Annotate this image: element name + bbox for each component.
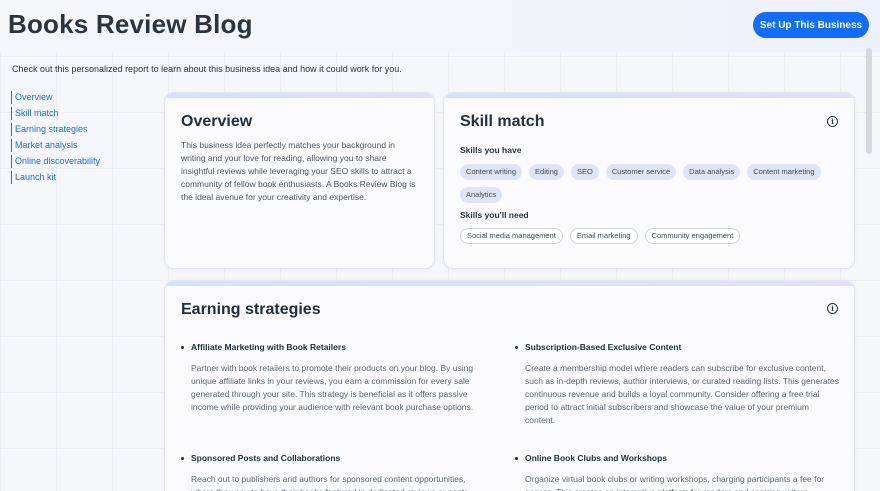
- strategy-title: Subscription-Based Exclusive Content: [515, 342, 840, 352]
- skills-need-label: Skills you'll need: [460, 210, 529, 220]
- info-icon[interactable]: i: [827, 116, 838, 127]
- page-title: Books Review Blog: [8, 9, 253, 39]
- skill-chip: Social media management: [460, 228, 563, 244]
- scrollbar[interactable]: [866, 48, 872, 154]
- skill-chip: SEO: [570, 164, 599, 180]
- strategy-description: Partner with book retailers to promote t…: [191, 363, 474, 412]
- strategy-title: Online Book Clubs and Workshops: [515, 453, 840, 463]
- skill-chip: Data analysis: [683, 164, 741, 180]
- overview-title: Overview: [181, 113, 253, 130]
- skill-chip: Customer service: [605, 164, 677, 180]
- intro-text: Check out this personalized report to le…: [12, 64, 402, 74]
- strategy-item: Online Book Clubs and Workshops Organize…: [515, 453, 840, 491]
- strategy-item: Sponsored Posts and Collaborations Reach…: [181, 453, 491, 491]
- overview-text: This business idea perfectly matches you…: [181, 140, 416, 202]
- strategy-item: Affiliate Marketing with Book Retailers …: [181, 342, 491, 414]
- toc-link-overview[interactable]: Overview: [11, 91, 100, 104]
- skill-chip: Email marketing: [569, 228, 638, 244]
- skill-chip: Editing: [529, 164, 564, 180]
- earning-strategies-card: Earning strategies i Affiliate Marketing…: [164, 280, 855, 491]
- strategy-title: Affiliate Marketing with Book Retailers: [181, 342, 491, 352]
- skill-match-title: Skill match: [460, 113, 545, 130]
- strategy-description: Reach out to publishers and authors for …: [191, 474, 471, 491]
- toc-link-launch-kit[interactable]: Launch kit: [11, 171, 100, 184]
- overview-card: Overview This business idea perfectly ma…: [164, 92, 435, 269]
- skill-chip: Community engagement: [644, 228, 741, 244]
- toc-link-market-analysis[interactable]: Market analysis: [11, 139, 100, 152]
- skill-chip: Content marketing: [747, 164, 821, 180]
- strategy-description: Create a membership model where readers …: [525, 363, 840, 425]
- toc-link-earning-strategies[interactable]: Earning strategies: [11, 123, 100, 136]
- info-icon[interactable]: i: [827, 303, 838, 314]
- strategy-item: Subscription-Based Exclusive Content Cre…: [515, 342, 840, 427]
- skill-chip: Analytics: [460, 187, 503, 203]
- set-up-business-button[interactable]: Set Up This Business: [753, 12, 869, 38]
- earning-strategies-title: Earning strategies: [181, 301, 321, 318]
- skills-need-list: Social media management Email marketing …: [460, 228, 840, 244]
- toc-link-skill-match[interactable]: Skill match: [11, 107, 100, 120]
- skill-match-card: Skill match i Skills you have Content wr…: [443, 92, 855, 269]
- skill-chip: Content writing: [460, 164, 523, 180]
- toc-link-online-discoverability[interactable]: Online discoverability: [11, 155, 100, 168]
- table-of-contents: Overview Skill match Earning strategies …: [11, 91, 100, 187]
- strategy-title: Sponsored Posts and Collaborations: [181, 453, 491, 463]
- skills-have-label: Skills you have: [460, 145, 522, 155]
- skills-have-list: Content writing Editing SEO Customer ser…: [460, 164, 840, 203]
- strategy-description: Organize virtual book clubs or writing w…: [525, 474, 825, 491]
